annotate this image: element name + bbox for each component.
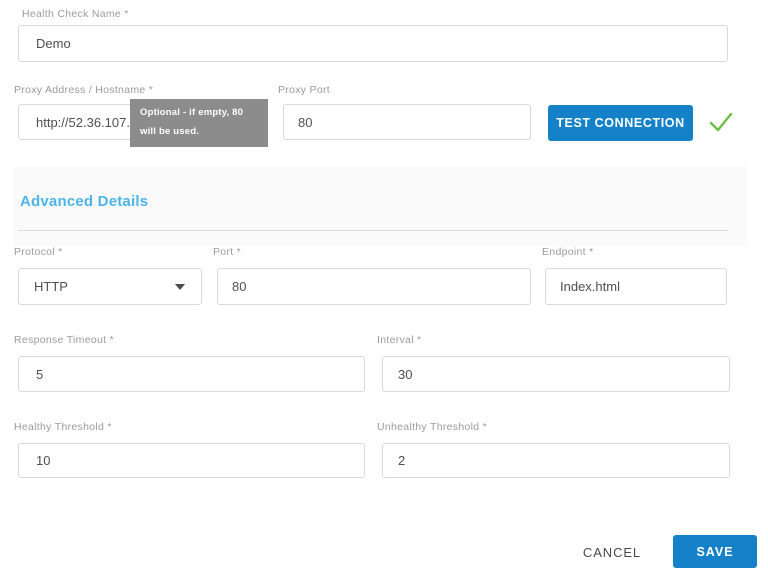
proxy-port-input[interactable] xyxy=(283,104,531,140)
health-check-name-label: Health Check Name * xyxy=(22,8,129,20)
interval-input[interactable] xyxy=(382,356,730,392)
health-check-form: Health Check Name * Proxy Address / Host… xyxy=(0,0,768,580)
protocol-label: Protocol * xyxy=(14,246,63,258)
unhealthy-threshold-input[interactable] xyxy=(382,443,730,478)
healthy-threshold-label: Healthy Threshold * xyxy=(14,421,112,433)
unhealthy-threshold-label: Unhealthy Threshold * xyxy=(377,421,487,433)
port-input[interactable] xyxy=(217,268,531,305)
protocol-selected-value: HTTP xyxy=(34,279,68,294)
protocol-select[interactable]: HTTP xyxy=(18,268,202,305)
health-check-name-input[interactable] xyxy=(18,25,728,62)
cancel-button[interactable]: CANCEL xyxy=(578,543,646,561)
proxy-port-tooltip: Optional - if empty, 80 will be used. xyxy=(130,99,268,147)
endpoint-input[interactable] xyxy=(545,268,727,305)
save-button[interactable]: SAVE xyxy=(673,535,757,568)
advanced-details-heading: Advanced Details xyxy=(20,193,148,210)
port-label: Port * xyxy=(213,246,241,258)
test-connection-button[interactable]: TEST CONNECTION xyxy=(548,105,693,141)
success-check-icon xyxy=(707,108,735,136)
response-timeout-input[interactable] xyxy=(18,356,365,392)
section-divider xyxy=(18,230,728,231)
endpoint-label: Endpoint * xyxy=(542,246,593,258)
chevron-down-icon xyxy=(175,284,185,290)
healthy-threshold-input[interactable] xyxy=(18,443,365,478)
proxy-port-label: Proxy Port xyxy=(278,84,330,96)
proxy-address-label: Proxy Address / Hostname * xyxy=(14,84,153,96)
response-timeout-label: Response Timeout * xyxy=(14,334,114,346)
interval-label: Interval * xyxy=(377,334,421,346)
